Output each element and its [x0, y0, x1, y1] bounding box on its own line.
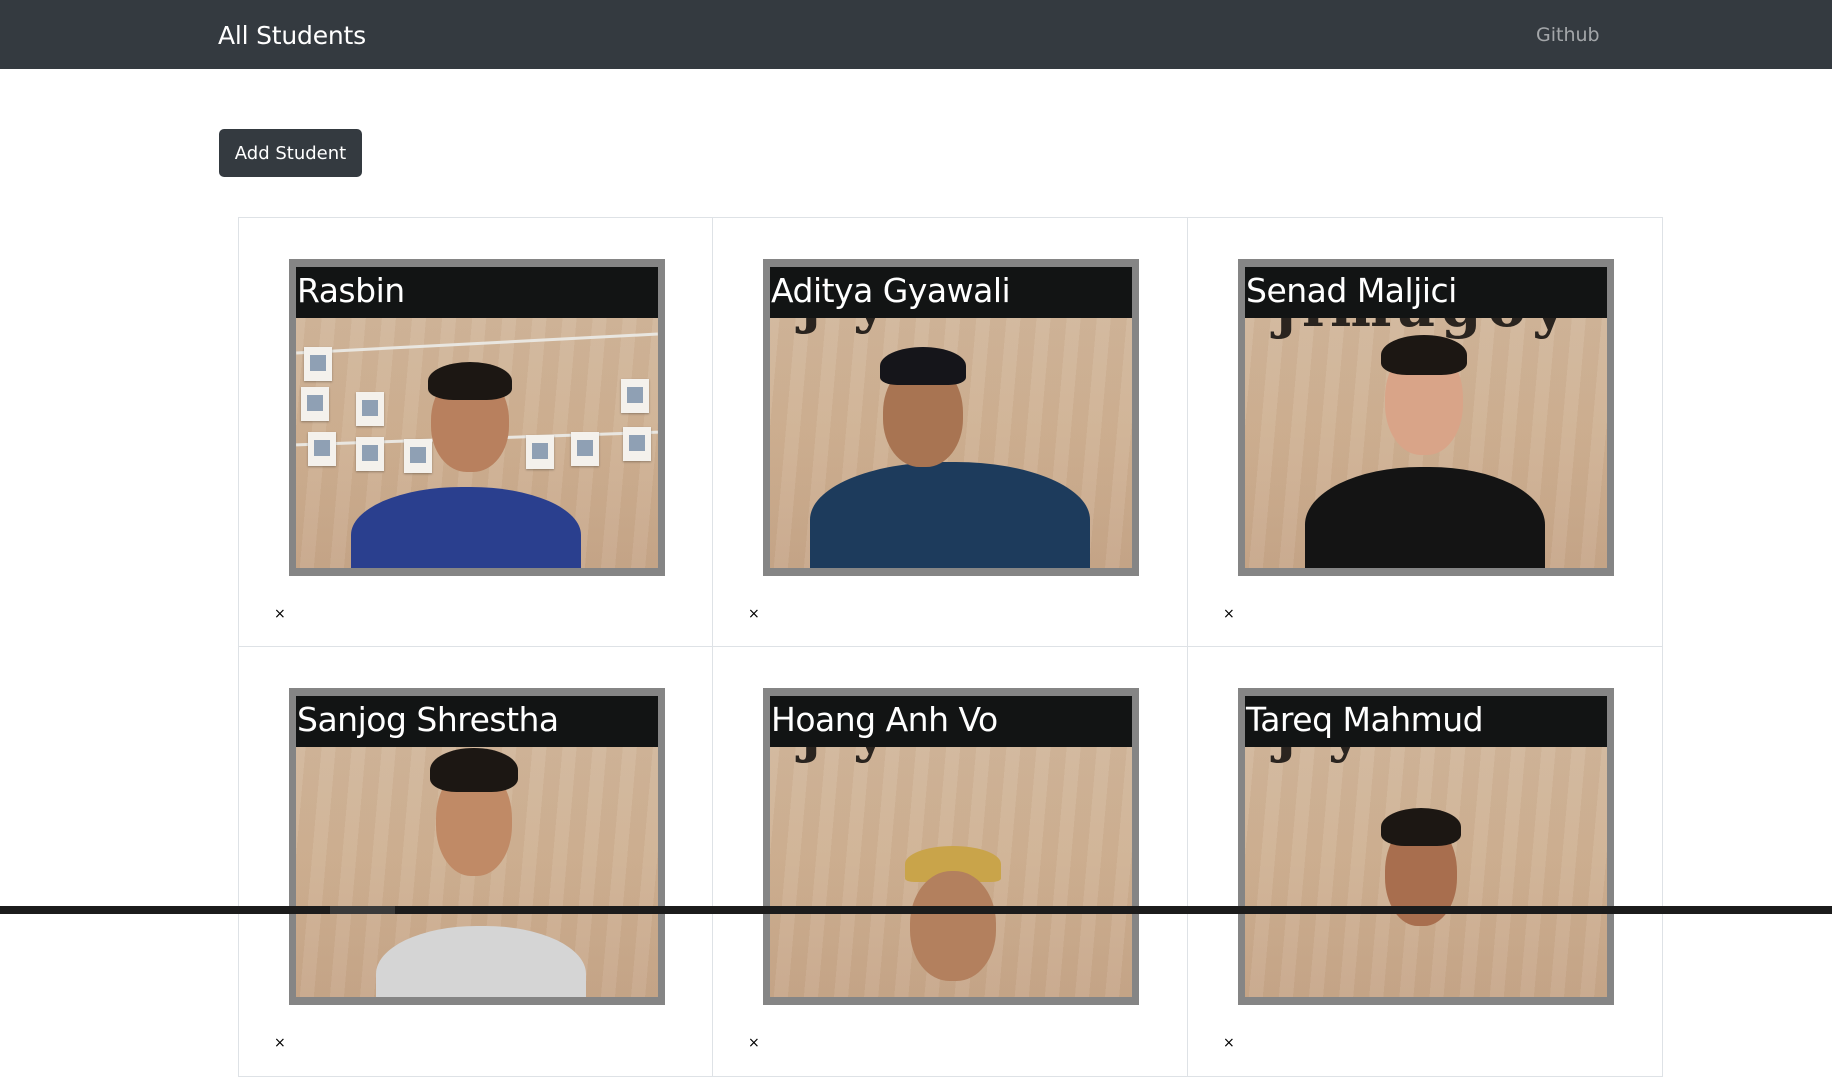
student-photo: jimagoy Senad Maljici [1245, 267, 1607, 568]
student-name: Sanjog Shrestha [296, 696, 658, 747]
student-card: j y Hoang Anh Vo × [713, 647, 1188, 1077]
remove-student-button[interactable]: × [748, 607, 762, 621]
remove-student-button[interactable]: × [274, 607, 288, 621]
add-student-button[interactable]: Add Student [219, 129, 362, 177]
remove-student-button[interactable]: × [1223, 1036, 1237, 1050]
navbar: All Students Github [0, 0, 1832, 69]
student-card: jimagoy Senad Maljici × [1188, 217, 1663, 647]
student-photo-frame[interactable]: j y Aditya Gyawali [763, 259, 1139, 576]
student-photo-frame[interactable]: Sanjog Shrestha [289, 688, 665, 1005]
student-photo-frame[interactable]: jimagoy Senad Maljici [1238, 259, 1614, 576]
student-card: Rasbin × [238, 217, 713, 647]
student-photo: j y Tareq Mahmud [1245, 696, 1607, 997]
remove-student-button[interactable]: × [274, 1036, 288, 1050]
student-name: Aditya Gyawali [770, 267, 1132, 318]
remove-student-button[interactable]: × [1223, 607, 1237, 621]
brand-link[interactable]: All Students [218, 20, 366, 52]
student-photo: j y Aditya Gyawali [770, 267, 1132, 568]
student-photo-frame[interactable]: j y Tareq Mahmud [1238, 688, 1614, 1005]
student-card: Sanjog Shrestha × [238, 647, 713, 1077]
student-grid: Rasbin × j y Aditya Gyawali × jimagoy [238, 217, 1663, 1077]
student-name: Senad Maljici [1245, 267, 1607, 318]
student-name: Hoang Anh Vo [770, 696, 1132, 747]
student-photo: Sanjog Shrestha [296, 696, 658, 997]
student-photo: Rasbin [296, 267, 658, 568]
student-photo-frame[interactable]: Rasbin [289, 259, 665, 576]
scrollbar-thumb[interactable] [330, 906, 395, 914]
github-link[interactable]: Github [1536, 22, 1600, 48]
student-photo-frame[interactable]: j y Hoang Anh Vo [763, 688, 1139, 1005]
student-card: j y Aditya Gyawali × [713, 217, 1188, 647]
remove-student-button[interactable]: × [748, 1036, 762, 1050]
student-photo: j y Hoang Anh Vo [770, 696, 1132, 997]
student-name: Rasbin [296, 267, 658, 318]
student-name: Tareq Mahmud [1245, 696, 1607, 747]
horizontal-scrollbar[interactable] [0, 906, 1832, 914]
student-card: j y Tareq Mahmud × [1188, 647, 1663, 1077]
